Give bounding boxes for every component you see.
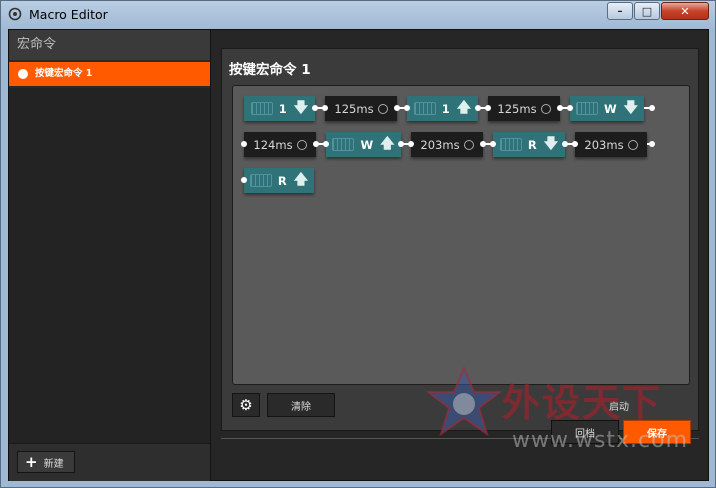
connector-dot: [490, 141, 496, 147]
start-record-button[interactable]: 启动: [584, 393, 654, 417]
sidebar-item-macro-1[interactable]: 按键宏命令 1: [9, 62, 210, 86]
connector-dot: [241, 141, 247, 147]
delay-value: 203: [584, 137, 607, 152]
keyboard-icon: [249, 174, 272, 187]
gear-icon: ⚙: [239, 396, 253, 414]
macro-list: [9, 88, 210, 443]
delay-unit: ms: [442, 137, 460, 152]
key-label: 1: [441, 101, 450, 116]
connector-dot: [480, 141, 486, 147]
macro-editor-window: Macro Editor – □ ✕ 宏命令 按键宏命令 1 + 新建 按键宏命…: [0, 0, 716, 488]
clock-icon: [463, 139, 474, 150]
revert-button[interactable]: 回档: [551, 420, 619, 444]
key-label: R: [527, 137, 537, 152]
sidebar: 宏命令 按键宏命令 1 + 新建: [9, 30, 211, 481]
arrow-up-icon: 🡅: [380, 135, 395, 152]
sidebar-header: 宏命令: [9, 30, 210, 60]
key-node-w-down[interactable]: W 🡇: [570, 96, 644, 121]
connector-dot: [408, 141, 414, 147]
delay-value: 124: [253, 137, 276, 152]
clock-icon: [540, 103, 551, 114]
connector-dot: [562, 141, 568, 147]
key-node-r-up[interactable]: R 🡅: [244, 168, 314, 193]
settings-button[interactable]: ⚙: [232, 393, 260, 417]
key-node-r-down[interactable]: R 🡇: [493, 132, 565, 157]
connector-dot: [567, 105, 573, 111]
minimize-icon: –: [617, 5, 623, 17]
key-node-1-up[interactable]: 1 🡅: [407, 96, 478, 121]
connector-dot: [475, 105, 481, 111]
delay-node-5[interactable]: 203 ms: [575, 132, 647, 157]
window-title: Macro Editor: [29, 7, 108, 22]
connector-dot: [398, 141, 404, 147]
keyboard-icon: [332, 138, 355, 151]
delay-node-2[interactable]: 125 ms: [488, 96, 560, 121]
delay-value: 203: [420, 137, 443, 152]
connector-dot: [394, 105, 400, 111]
plus-icon: +: [25, 452, 38, 471]
close-icon: ✕: [680, 4, 690, 18]
delay-unit: ms: [275, 137, 293, 152]
client-area: 宏命令 按键宏命令 1 + 新建 按键宏命令 1 1 🡇 125 ms 1 🡅 …: [8, 29, 709, 481]
delay-value: 125: [497, 101, 520, 116]
connector-dot: [649, 105, 655, 111]
connector-dot: [312, 105, 318, 111]
delay-node-1[interactable]: 125 ms: [325, 96, 397, 121]
connector-dot: [322, 105, 328, 111]
arrow-down-icon: 🡇: [543, 135, 559, 152]
key-label: R: [277, 173, 287, 188]
delay-unit: ms: [356, 101, 374, 116]
maximize-icon: □: [641, 4, 653, 18]
connector-dot: [241, 177, 247, 183]
connector-dot: [572, 141, 578, 147]
key-label: W: [360, 137, 374, 152]
connector-dot: [485, 105, 491, 111]
keyboard-icon: [499, 138, 522, 151]
delay-node-3[interactable]: 124 ms: [244, 132, 316, 157]
clear-button[interactable]: 清除: [267, 393, 335, 417]
save-button[interactable]: 保存: [623, 420, 691, 444]
delay-unit: ms: [606, 137, 624, 152]
clock-icon: [627, 139, 638, 150]
sidebar-item-label: 按键宏命令 1: [35, 68, 93, 79]
keyboard-icon: [575, 102, 598, 115]
connector-dot: [313, 141, 319, 147]
selected-dot-icon: [18, 69, 28, 79]
key-node-w-up[interactable]: W 🡅: [326, 132, 401, 157]
close-button[interactable]: ✕: [661, 2, 709, 20]
delay-value: 125: [334, 101, 357, 116]
new-macro-button[interactable]: + 新建: [17, 451, 75, 473]
app-logo-icon: [8, 7, 22, 21]
keyboard-icon: [413, 102, 436, 115]
clock-icon: [296, 139, 307, 150]
delay-node-4[interactable]: 203 ms: [411, 132, 483, 157]
macro-editor-panel: 按键宏命令 1 1 🡇 125 ms 1 🡅 125 ms W 🡇 124 ms…: [221, 48, 699, 431]
key-label: 1: [278, 101, 287, 116]
key-label: W: [603, 101, 617, 116]
arrow-down-icon: 🡇: [293, 99, 309, 116]
sidebar-footer: + 新建: [9, 443, 210, 481]
macro-sequence-canvas[interactable]: 1 🡇 125 ms 1 🡅 125 ms W 🡇 124 ms W 🡅 203…: [232, 85, 690, 385]
delay-unit: ms: [519, 101, 537, 116]
connector-dot: [649, 141, 655, 147]
arrow-up-icon: 🡅: [456, 99, 472, 116]
maximize-button[interactable]: □: [634, 2, 660, 20]
macro-title: 按键宏命令 1: [229, 62, 311, 78]
key-node-1-down[interactable]: 1 🡇: [244, 96, 315, 121]
arrow-down-icon: 🡇: [623, 99, 639, 116]
keyboard-icon: [250, 102, 273, 115]
connector-dot: [323, 141, 329, 147]
title-bar[interactable]: Macro Editor – □ ✕: [1, 1, 715, 29]
connector-dot: [557, 105, 563, 111]
minimize-button[interactable]: –: [607, 2, 633, 20]
new-macro-label: 新建: [43, 458, 64, 470]
clock-icon: [377, 103, 388, 114]
connector-dot: [404, 105, 410, 111]
arrow-up-icon: 🡅: [293, 171, 309, 188]
